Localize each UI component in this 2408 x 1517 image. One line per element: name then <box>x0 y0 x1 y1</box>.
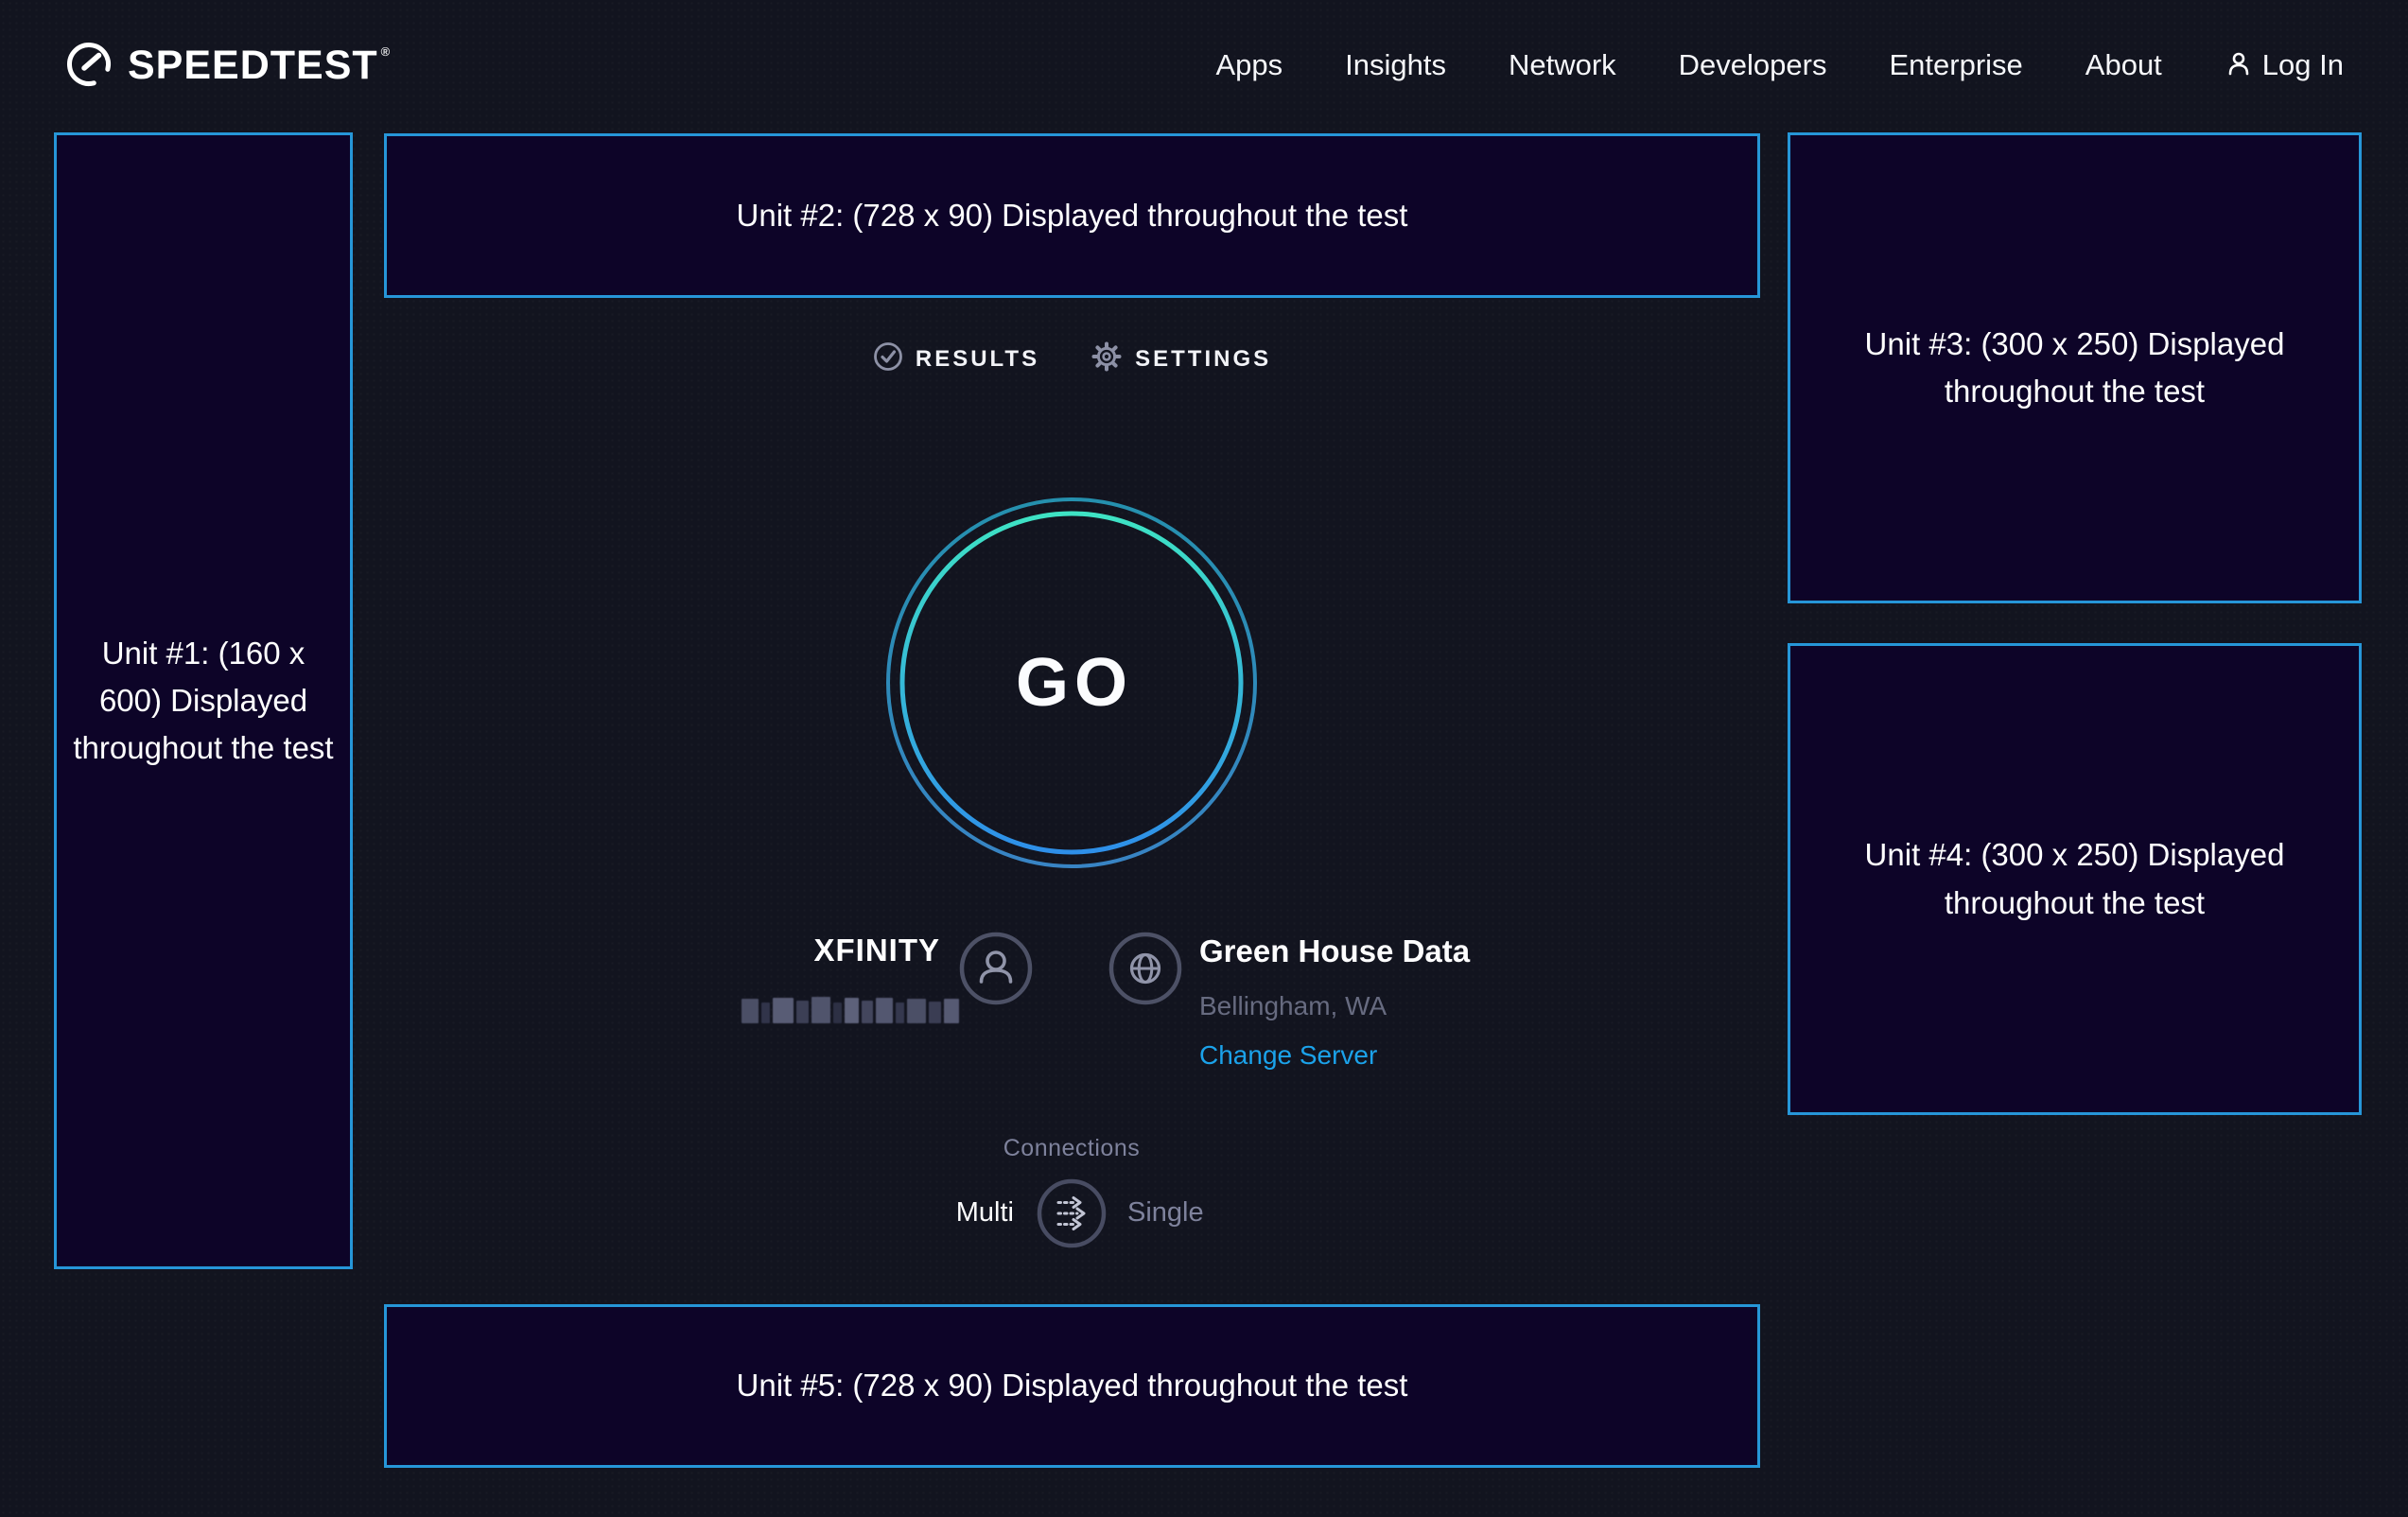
nav-item-network[interactable]: Network <box>1509 48 1616 82</box>
ad-unit-3-label: Unit #3: (300 x 250) Displayed throughou… <box>1862 321 2288 415</box>
connections-toggle[interactable] <box>1037 1178 1107 1248</box>
change-server-link[interactable]: Change Server <box>1199 1039 1470 1072</box>
check-circle-icon <box>873 341 903 376</box>
server-badge <box>1108 932 1182 1005</box>
login-label: Log In <box>2262 48 2344 82</box>
isp-avatar <box>959 932 1033 1005</box>
logo-wordmark: SPEEDTEST® <box>128 43 388 89</box>
connections-single-option[interactable]: Single <box>1127 1197 1204 1229</box>
tab-settings[interactable]: SETTINGS <box>1091 340 1271 377</box>
nav-item-insights[interactable]: Insights <box>1345 48 1446 82</box>
ad-unit-3[interactable]: Unit #3: (300 x 250) Displayed throughou… <box>1788 132 2362 603</box>
nav-item-enterprise[interactable]: Enterprise <box>1889 48 2022 82</box>
go-button[interactable]: GO <box>882 494 1261 872</box>
ad-unit-5[interactable]: Unit #5: (728 x 90) Displayed throughout… <box>384 1304 1760 1468</box>
redacted-ip-blur <box>742 995 959 1023</box>
tab-results-label: RESULTS <box>916 346 1039 373</box>
go-label: GO <box>882 494 1261 872</box>
nav-item-about[interactable]: About <box>2085 48 2162 82</box>
ad-unit-1[interactable]: Unit #1: (160 x 600) Displayed throughou… <box>54 132 353 1269</box>
server-location: Bellingham, WA <box>1199 990 1470 1022</box>
person-icon <box>959 932 1033 1005</box>
speedometer-gauge-icon <box>64 39 113 93</box>
speedtest-page: SPEEDTEST® Apps Insights Network Develop… <box>0 0 2408 1517</box>
view-tabs: RESULTS <box>384 340 1760 377</box>
login-button[interactable]: Log In <box>2225 48 2344 82</box>
ad-unit-5-label: Unit #5: (728 x 90) Displayed throughout… <box>737 1362 1408 1409</box>
server-name: Green House Data <box>1199 933 1470 970</box>
speedtest-logo[interactable]: SPEEDTEST® <box>64 39 388 93</box>
gear-icon <box>1091 340 1123 377</box>
connections-title: Connections <box>882 1135 1261 1162</box>
server-info: Green House Data Bellingham, WA Change S… <box>1199 933 1470 1072</box>
ad-unit-1-label: Unit #1: (160 x 600) Displayed throughou… <box>70 630 337 772</box>
user-icon <box>2225 49 2253 82</box>
top-navbar: SPEEDTEST® Apps Insights Network Develop… <box>0 0 2408 131</box>
ad-unit-4-label: Unit #4: (300 x 250) Displayed throughou… <box>1862 831 2288 926</box>
ad-unit-2[interactable]: Unit #2: (728 x 90) Displayed throughout… <box>384 133 1760 298</box>
nav-item-developers[interactable]: Developers <box>1679 48 1827 82</box>
nav-menu: Apps Insights Network Developers Enterpr… <box>1215 48 2344 82</box>
tab-results[interactable]: RESULTS <box>873 341 1039 376</box>
trademark-symbol: ® <box>381 44 392 59</box>
connections-multi-option[interactable]: Multi <box>825 1197 1014 1229</box>
tab-settings-label: SETTINGS <box>1135 346 1271 373</box>
ad-unit-4[interactable]: Unit #4: (300 x 250) Displayed throughou… <box>1788 643 2362 1115</box>
nav-item-apps[interactable]: Apps <box>1215 48 1283 82</box>
globe-icon <box>1108 932 1182 1005</box>
ad-unit-2-label: Unit #2: (728 x 90) Displayed throughout… <box>737 192 1408 239</box>
multi-connection-arrows-icon <box>1037 1178 1107 1248</box>
isp-name: XFINITY <box>662 933 940 968</box>
